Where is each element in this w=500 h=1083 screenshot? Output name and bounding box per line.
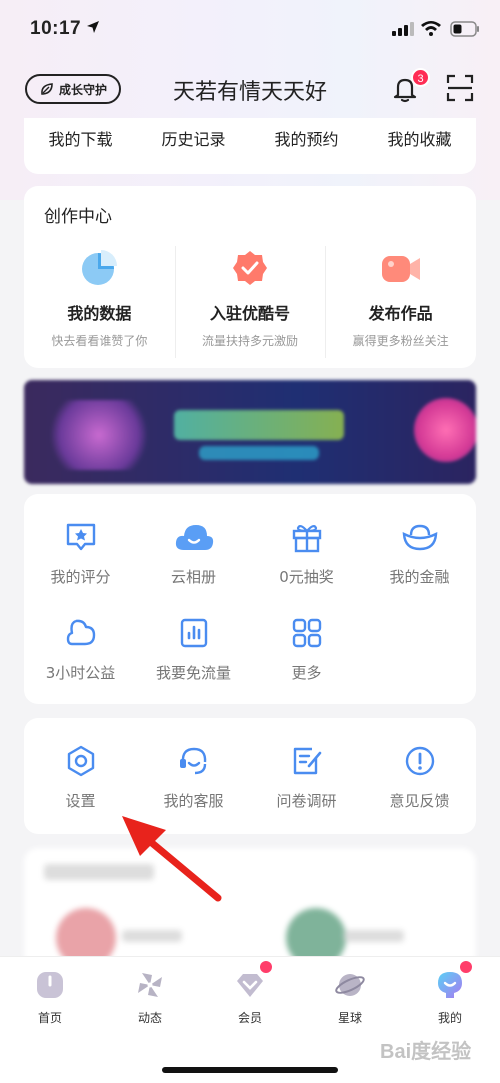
services-card: 我的评分 云相册 0元抽奖 我的金融 3小时公益 我要免流量 更多	[24, 494, 476, 704]
annotation-arrow-icon	[122, 816, 222, 902]
tool-label: 意见反馈	[389, 792, 450, 810]
cell-signal-icon	[392, 22, 414, 36]
tab-home[interactable]: 首页	[0, 957, 100, 1026]
tab-vip[interactable]: 会员	[200, 957, 300, 1026]
charity-icon	[66, 619, 95, 646]
service-my-rating[interactable]: 我的评分	[24, 520, 137, 587]
data-plan-icon	[180, 618, 207, 648]
tab-label: 星球	[337, 1011, 362, 1025]
tab-label: 首页	[37, 1011, 62, 1025]
creation-item-label: 发布作品	[368, 304, 433, 323]
creation-center-card: 创作中心 我的数据 快去看看谁赞了你 入驻优酷号 流量扶持多元激励 发布作品 赢…	[24, 186, 476, 368]
home-indicator	[162, 1067, 338, 1073]
service-label: 更多	[291, 664, 322, 682]
tab-label: 动态	[137, 1011, 162, 1025]
creation-item-subtitle: 赢得更多粉丝关注	[352, 334, 449, 348]
scan-icon[interactable]	[446, 74, 474, 102]
rating-icon	[66, 523, 95, 551]
location-arrow-icon	[87, 21, 99, 33]
service-label: 我的评分	[50, 568, 111, 586]
notification-badge: 3	[411, 68, 430, 87]
bottom-tab-bar: 首页 动态 会员 星球 我的 Bai度经验	[0, 956, 500, 1083]
app-header: 成长守护 天若有情天天好 3	[0, 64, 500, 114]
quick-link-history[interactable]: 历史记录	[161, 126, 225, 150]
battery-icon	[450, 21, 479, 37]
video-camera-icon	[381, 256, 420, 282]
creation-item-subtitle: 快去看看谁赞了你	[51, 334, 148, 348]
tab-mine[interactable]: 我的	[400, 957, 500, 1026]
service-label: 3小时公益	[45, 664, 116, 682]
tool-feedback[interactable]: 意见反馈	[363, 744, 476, 811]
tool-survey[interactable]: 问卷调研	[250, 744, 363, 811]
tool-label: 我的客服	[163, 792, 224, 810]
service-free-lottery[interactable]: 0元抽奖	[250, 520, 363, 587]
vip-notification-dot	[260, 961, 272, 973]
recommendation-card	[24, 848, 476, 968]
tab-label: 会员	[237, 1011, 262, 1025]
status-bar: 10:17	[0, 0, 500, 60]
service-label: 0元抽奖	[279, 568, 334, 586]
tool-label: 问卷调研	[276, 792, 337, 810]
wifi-icon	[421, 21, 441, 36]
planet-icon	[335, 974, 365, 996]
promo-banner[interactable]	[24, 380, 476, 484]
creation-item-label: 我的数据	[67, 304, 132, 323]
service-more[interactable]: 更多	[250, 616, 363, 683]
profile-icon	[438, 972, 462, 998]
tools-card: 设置 我的客服 问卷调研 意见反馈	[24, 718, 476, 834]
creation-item-publish[interactable]: 发布作品 赢得更多粉丝关注	[325, 246, 476, 358]
tool-settings[interactable]: 设置	[24, 744, 137, 811]
pie-chart-icon	[82, 250, 118, 285]
verified-badge-icon	[233, 251, 267, 285]
service-label: 云相册	[170, 568, 216, 586]
cloud-icon	[175, 525, 213, 550]
settings-icon	[67, 745, 94, 777]
survey-icon	[293, 747, 321, 775]
customer-service-icon	[179, 747, 206, 775]
pinwheel-icon	[138, 973, 162, 997]
gift-icon	[292, 524, 321, 553]
quick-link-favorites[interactable]: 我的收藏	[387, 126, 451, 150]
tab-feed[interactable]: 动态	[100, 957, 200, 1026]
ingot-icon	[402, 524, 437, 551]
grid-more-icon	[292, 618, 321, 648]
creation-center-title: 创作中心	[44, 207, 112, 227]
service-cloud-album[interactable]: 云相册	[137, 520, 250, 587]
service-my-finance[interactable]: 我的金融	[363, 520, 476, 587]
service-free-data[interactable]: 我要免流量	[137, 616, 250, 683]
service-charity[interactable]: 3小时公益	[24, 616, 137, 683]
home-icon	[37, 972, 63, 998]
tool-label: 设置	[65, 792, 96, 810]
service-label: 我要免流量	[155, 664, 231, 682]
creation-item-join-youku[interactable]: 入驻优酷号 流量扶持多元激励	[174, 246, 326, 358]
vip-icon	[237, 974, 263, 997]
creation-item-label: 入驻优酷号	[210, 304, 291, 323]
service-label: 我的金融	[389, 568, 450, 586]
tab-label: 我的	[437, 1011, 462, 1025]
creation-item-subtitle: 流量扶持多元激励	[202, 334, 299, 348]
status-time: 10:17	[30, 18, 82, 39]
mine-notification-dot	[460, 961, 472, 973]
tool-customer-service[interactable]: 我的客服	[137, 744, 250, 811]
quick-links-card: 我的下载 历史记录 我的预约 我的收藏	[24, 118, 476, 174]
quick-link-reservations[interactable]: 我的预约	[274, 126, 338, 150]
quick-link-downloads[interactable]: 我的下载	[48, 126, 112, 150]
creation-item-my-data[interactable]: 我的数据 快去看看谁赞了你	[24, 248, 175, 349]
feedback-icon	[405, 746, 434, 776]
tab-planet[interactable]: 星球	[300, 957, 400, 1026]
watermark-logo: Bai度经验	[380, 1041, 472, 1063]
